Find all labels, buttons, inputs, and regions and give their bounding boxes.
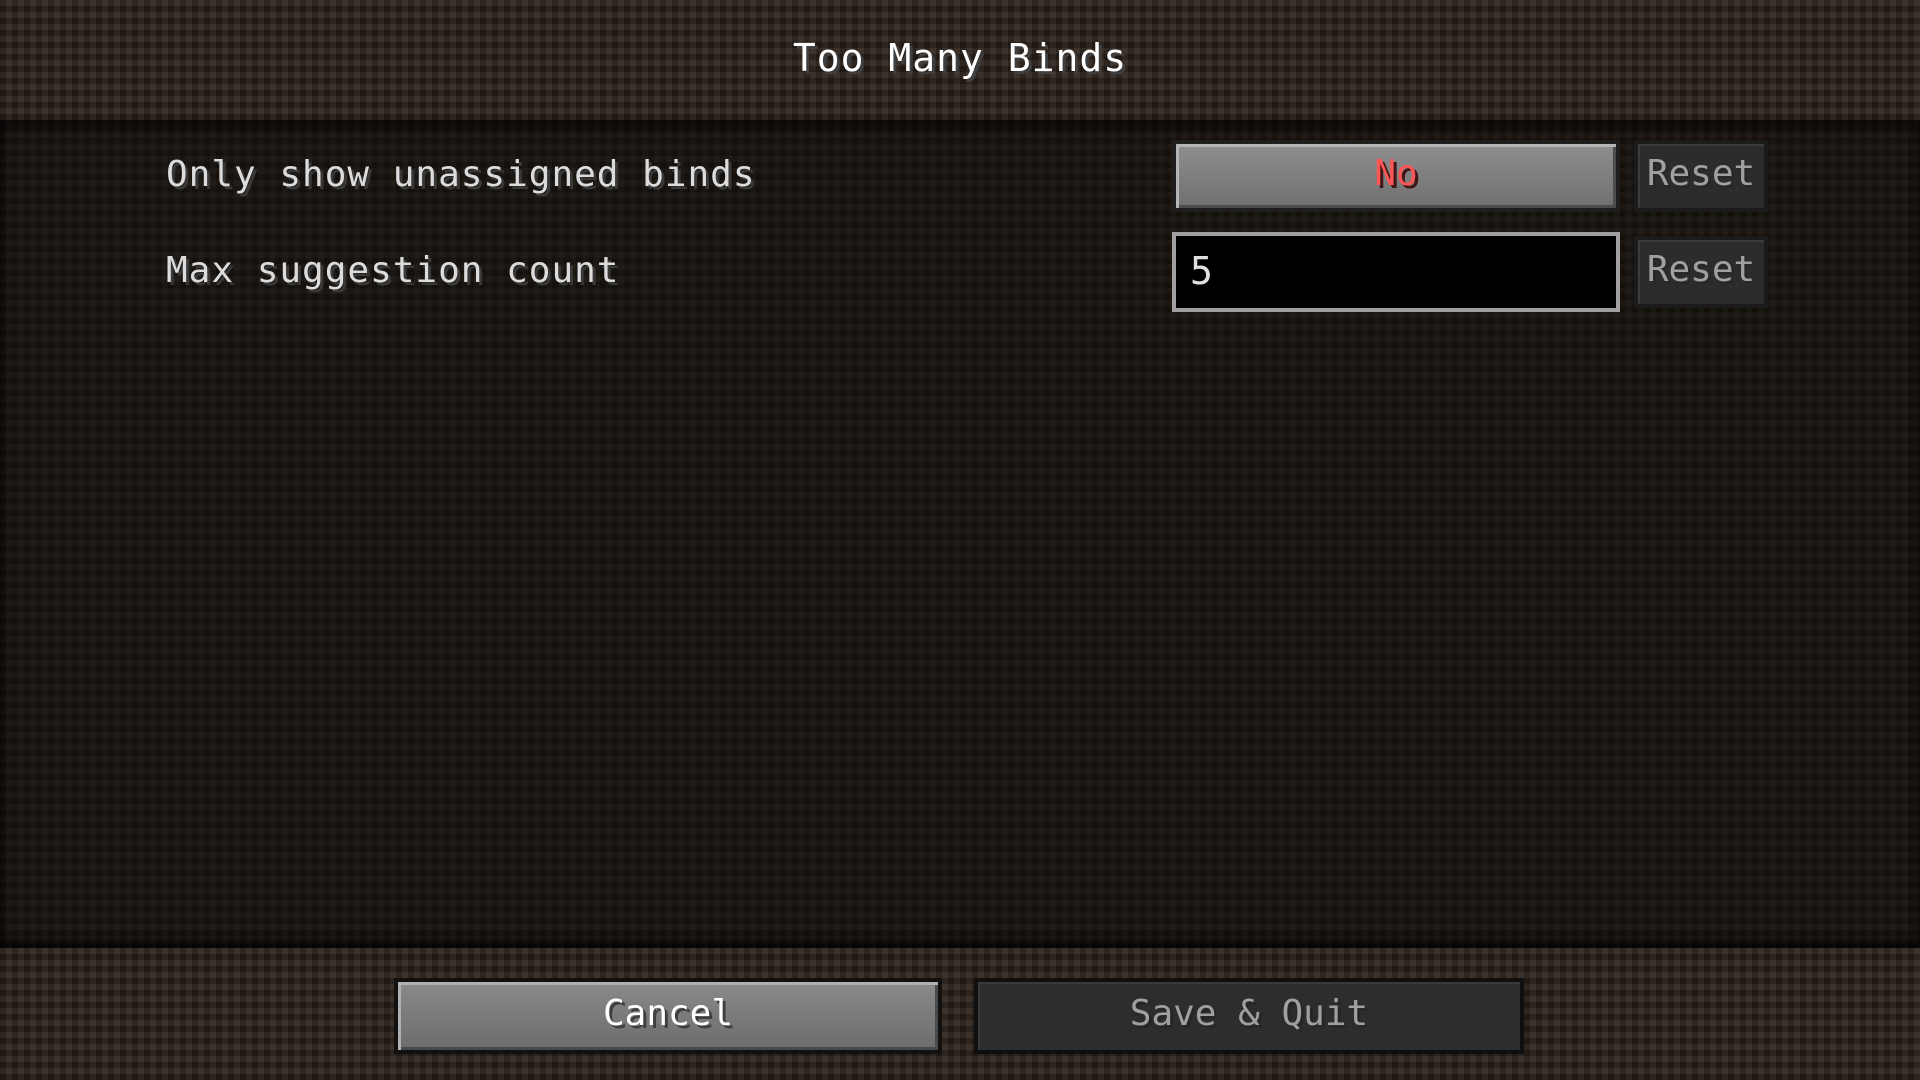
screen-title: Too Many Binds xyxy=(792,36,1128,80)
cancel-button[interactable]: Cancel xyxy=(394,978,942,1054)
header-bar: Too Many Binds xyxy=(0,0,1920,120)
options-list[interactable]: Only show unassigned binds No Reset Max … xyxy=(0,120,1920,948)
save-and-quit-button[interactable]: Save & Quit xyxy=(974,978,1524,1054)
option-row-max-suggestion-count: Max suggestion count 5 Reset xyxy=(0,120,1920,312)
config-screen: Too Many Binds Only show unassigned bind… xyxy=(0,0,1920,1080)
max-suggestion-count-input[interactable]: 5 xyxy=(1172,232,1620,312)
max-suggestion-count-reset-button[interactable]: Reset xyxy=(1634,236,1768,308)
option-label-max-suggestion-count: Max suggestion count xyxy=(166,250,620,291)
footer-bar xyxy=(0,948,1920,1080)
